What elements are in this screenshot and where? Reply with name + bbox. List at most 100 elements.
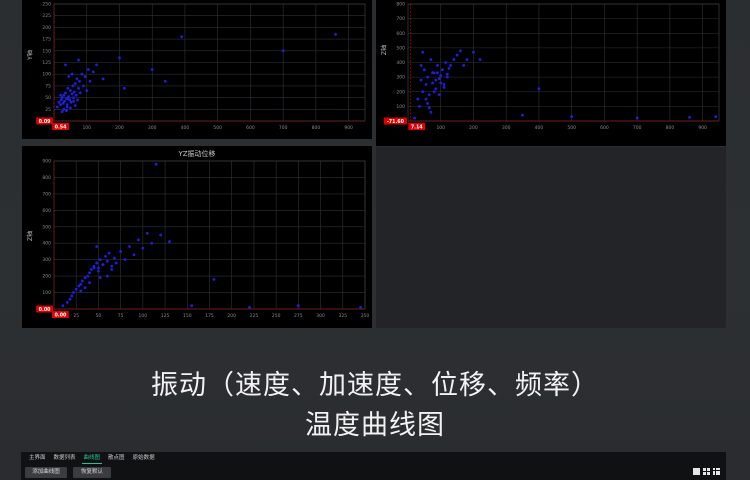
data-point [91, 70, 95, 74]
data-point [427, 93, 431, 97]
x-tick-label: 100 [436, 125, 445, 131]
data-point [83, 75, 87, 78]
y-tick-label: 75 [45, 83, 51, 89]
data-point [413, 116, 416, 120]
x-tick-label: 400 [535, 125, 544, 131]
data-point [80, 72, 84, 76]
layout-quad-icon[interactable] [703, 468, 710, 475]
tab-curve-chart[interactable]: 曲线图 [80, 454, 105, 464]
data-point [168, 240, 171, 243]
restore-default-button[interactable]: 恢复默认 [73, 467, 111, 478]
data-point [431, 81, 434, 85]
data-point [65, 109, 68, 113]
tab-data-list[interactable]: 数据列表 [50, 454, 80, 463]
xy-scatter-chart: 0255075100125150175200225250100200300400… [22, 0, 372, 139]
data-point [714, 115, 718, 119]
tab-main[interactable]: 主界面 [25, 454, 50, 463]
data-point [79, 289, 83, 293]
data-point [447, 66, 451, 70]
data-point [122, 86, 126, 90]
data-point [212, 278, 216, 281]
yz-scatter-svg: 0100200300400500600700800900255075100125… [26, 159, 369, 320]
data-point [77, 58, 80, 62]
add-curve-button[interactable]: 添加曲线图 [25, 467, 67, 478]
data-point [79, 282, 83, 286]
data-point [416, 97, 420, 101]
data-point [472, 50, 475, 54]
data-point [62, 93, 66, 97]
data-point [478, 58, 482, 61]
data-point [86, 68, 90, 71]
headline-line-2: 温度曲线图 [305, 410, 445, 441]
data-point [434, 87, 438, 91]
data-point [163, 79, 167, 83]
xy-scatter-svg: 0255075100125150175200225250100200300400… [26, 2, 366, 131]
tab-raw-data[interactable]: 原始数据 [129, 454, 159, 463]
data-point [86, 274, 90, 278]
data-point [431, 71, 434, 75]
data-point [62, 107, 66, 111]
y-tick-label: 500 [42, 224, 51, 230]
data-point [78, 79, 81, 83]
data-point [137, 238, 140, 242]
data-point [442, 85, 446, 89]
data-point [635, 116, 639, 120]
data-point [104, 254, 107, 258]
data-point [60, 110, 64, 114]
x-tick-label: 900 [344, 125, 353, 131]
x-tick-label: 300 [148, 125, 157, 131]
x-tick-label: 600 [246, 125, 255, 131]
data-point [455, 53, 459, 57]
tab-bar: 主界面 数据列表 曲线图 散点图 原始数据 [25, 454, 159, 464]
data-point [74, 93, 78, 97]
data-point [57, 100, 61, 104]
x-tick-label: 100 [82, 125, 91, 131]
data-point [118, 56, 121, 60]
data-point [440, 68, 444, 72]
x-tick-label: 200 [227, 313, 236, 319]
tab-scatter-chart[interactable]: 散点图 [104, 454, 129, 463]
data-point [445, 75, 449, 79]
x-tick-label: 500 [213, 125, 222, 131]
data-point [439, 81, 443, 85]
x-tick-label: 75 [118, 313, 124, 319]
data-point [426, 75, 430, 79]
y-tick-label: 250 [42, 2, 51, 8]
y-tick-label: 150 [42, 48, 51, 54]
data-point [68, 106, 72, 110]
data-point [180, 35, 184, 39]
data-point [68, 89, 72, 92]
data-point [65, 105, 69, 109]
data-point [73, 82, 77, 85]
data-point [436, 64, 439, 67]
data-point [419, 64, 423, 67]
x-tick-label: 250 [272, 313, 281, 319]
data-point [114, 261, 118, 265]
layout-single-icon[interactable] [693, 468, 700, 475]
data-point [66, 86, 70, 90]
y-tick-label: 700 [396, 16, 405, 22]
y-tick-label: 400 [396, 60, 405, 66]
data-point [68, 297, 72, 301]
data-point [429, 58, 433, 61]
bottom-toolbar: 主界面 数据列表 曲线图 散点图 原始数据 添加曲线图 恢复默认 [21, 452, 726, 480]
data-point [72, 291, 75, 294]
y-tick-label: 125 [42, 60, 51, 66]
y-marker-label: 0.00 [39, 307, 51, 313]
data-point [154, 162, 158, 166]
y-tick-label: 800 [396, 2, 405, 8]
data-point [123, 258, 127, 262]
data-point [59, 103, 62, 107]
y-tick-label: 225 [42, 13, 51, 19]
data-point [141, 246, 145, 250]
layout-nine-icon[interactable] [713, 468, 720, 475]
data-point [159, 233, 163, 237]
x-marker-label: 7.14 [411, 124, 423, 130]
data-point [105, 274, 109, 278]
y-tick-label: 300 [396, 75, 405, 81]
data-point [55, 105, 59, 109]
x-tick-label: 200 [115, 125, 124, 131]
y-tick-label: 100 [396, 104, 405, 110]
data-point [190, 304, 194, 308]
data-point [71, 84, 75, 88]
